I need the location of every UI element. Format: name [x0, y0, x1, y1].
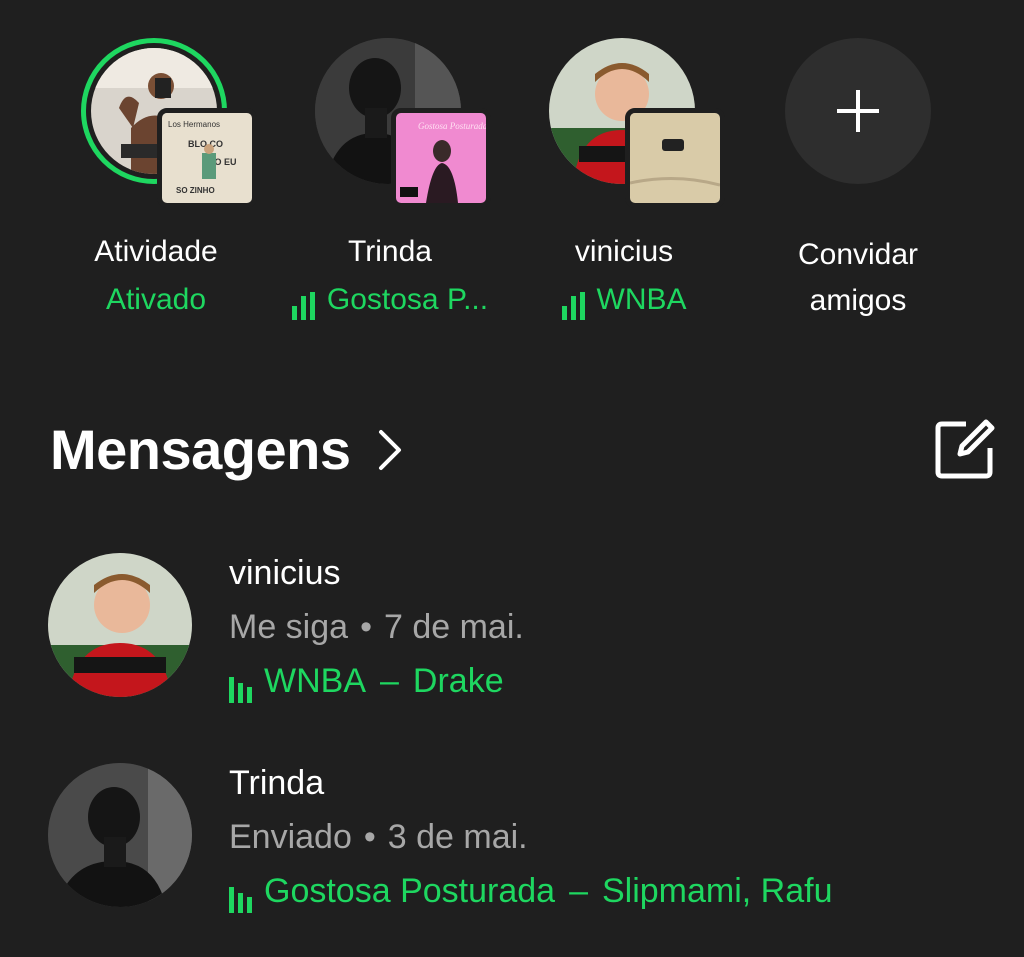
friend-name: vinicius — [574, 235, 674, 268]
equalizer-icon — [229, 663, 256, 703]
invite-friends[interactable]: Convidar amigos — [738, 38, 978, 324]
friend-name: Atividade — [94, 235, 218, 268]
messages-header: Mensagens — [50, 418, 996, 488]
message-meta: Enviado • 3 de mai. — [229, 818, 528, 856]
equalizer-icon — [291, 284, 319, 320]
contact-name: Trinda — [229, 764, 325, 802]
album-cover-los-hermanos: Los Hermanos BLO CO DO EU SO ZINHO — [157, 108, 257, 208]
message-row-vinicius[interactable]: vinicius Me siga • 7 de mai. WNBA – Drake — [48, 553, 1008, 713]
album-cover-wnba — [625, 108, 725, 208]
friend-vinicius[interactable]: vinicius WNBA — [504, 38, 744, 320]
message-row-trinda[interactable]: Trinda Enviado • 3 de mai. Gostosa Postura… — [48, 763, 1008, 923]
friend-now-playing: WNBA — [504, 282, 744, 320]
now-playing-track: Gostosa Posturada – Slipmami, Rafu — [229, 871, 833, 913]
messages-title[interactable]: Mensagens — [50, 418, 351, 482]
contact-avatar[interactable] — [48, 553, 192, 697]
friend-status: Ativado — [105, 283, 207, 316]
invite-friends-button[interactable] — [785, 38, 931, 184]
friend-now-playing: Gostosa P... — [270, 282, 510, 320]
now-playing-track: WNBA – Drake — [229, 661, 524, 703]
friend-activity[interactable]: Los Hermanos BLO CO DO EU SO ZINHO Ativi… — [36, 38, 276, 318]
equalizer-icon — [561, 284, 589, 320]
album-cover-gostosa-posturada: Gostosa Posturada — [391, 108, 491, 208]
svg-text:SO ZINHO: SO ZINHO — [176, 186, 215, 195]
friend-trinda[interactable]: Gostosa Posturada Trinda Gostosa P... — [270, 38, 510, 320]
message-meta: Me siga • 7 de mai. — [229, 608, 524, 646]
compose-message-icon[interactable] — [934, 418, 996, 480]
svg-text:Gostosa Posturada: Gostosa Posturada — [418, 121, 486, 131]
contact-avatar[interactable] — [48, 763, 192, 907]
friend-name: Trinda — [348, 235, 432, 268]
svg-text:Los Hermanos: Los Hermanos — [168, 120, 220, 129]
plus-icon — [837, 90, 879, 132]
equalizer-icon — [229, 873, 256, 913]
invite-friends-label: Convidar amigos — [797, 238, 919, 317]
chevron-right-icon[interactable] — [377, 428, 403, 472]
friends-activity-row: Los Hermanos BLO CO DO EU SO ZINHO Ativi… — [0, 0, 1024, 340]
contact-name: vinicius — [229, 554, 341, 592]
